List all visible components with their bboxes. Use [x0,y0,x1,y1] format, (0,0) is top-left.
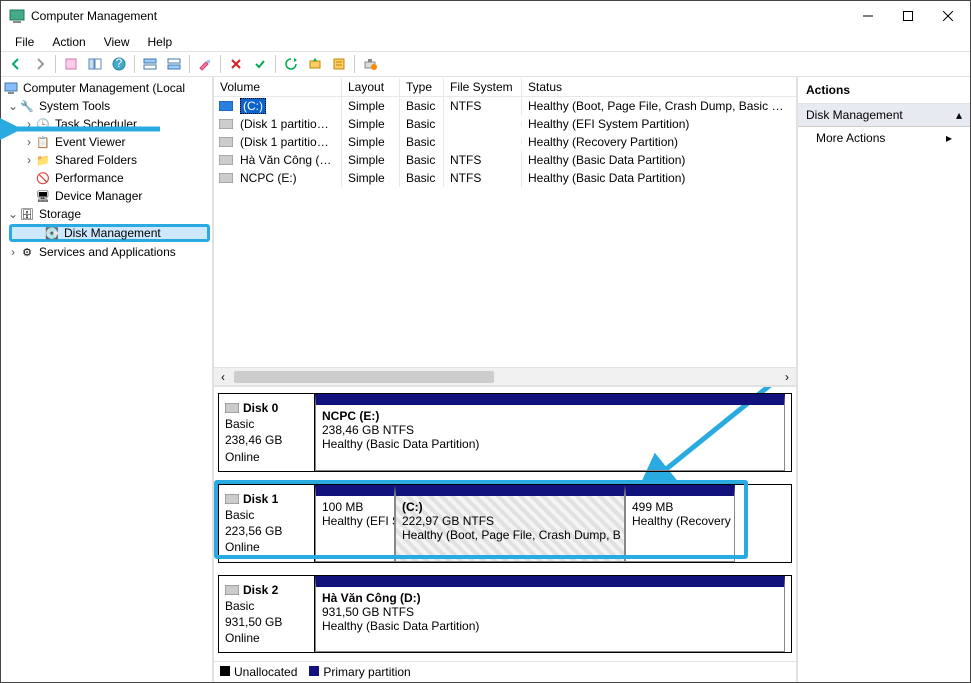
volume-row[interactable]: Hà Văn Công (D:)SimpleBasicNTFSHealthy (… [214,151,796,169]
tree-device-manager[interactable]: 🖥 Device Manager [3,187,210,205]
collapse-icon[interactable]: ⌄ [7,207,19,221]
menu-file[interactable]: File [7,33,42,49]
volume-scrollbar[interactable]: ‹ › [214,367,796,385]
svg-text:?: ? [116,57,123,70]
partition[interactable]: NCPC (E:)238,46 GB NTFSHealthy (Basic Da… [315,394,785,471]
actions-section[interactable]: Disk Management▴ [798,104,970,127]
scroll-right-button[interactable]: › [778,370,796,384]
actions-pane: Actions Disk Management▴ More Actions▸ [796,77,970,682]
view-bottom-button[interactable] [163,53,185,75]
expand-icon[interactable]: › [23,153,35,167]
drive-icon [218,137,234,147]
legend-swatch-primary [309,666,319,676]
expand-icon[interactable]: › [23,117,35,131]
toolbar: ? [1,51,970,77]
chevron-right-icon: ▸ [946,131,952,145]
partition[interactable]: 100 MBHealthy (EFI S [315,485,395,562]
disk-icon [225,585,239,595]
disk-graphical-view[interactable]: Disk 0Basic238,46 GBOnlineNCPC (E:)238,4… [214,385,796,661]
computer-icon [3,80,19,96]
partition[interactable]: Hà Văn Công (D:)931,50 GB NTFSHealthy (B… [315,576,785,653]
volume-row[interactable]: (Disk 1 partition 4)SimpleBasicHealthy (… [214,133,796,151]
drive-icon [218,119,234,129]
refresh-button[interactable] [280,53,302,75]
rescan-disks-button[interactable] [304,53,326,75]
col-volume[interactable]: Volume [214,78,342,96]
drive-icon [218,101,234,111]
tree-services-apps[interactable]: › ⚙ Services and Applications [3,243,210,261]
back-button[interactable] [5,53,27,75]
nav-tree[interactable]: Computer Management (Local ⌄ 🔧 System To… [1,77,214,682]
actions-header: Actions [798,77,970,104]
help-button[interactable]: ? [108,53,130,75]
legend: Unallocated Primary partition [214,661,796,682]
disk-icon [225,403,239,413]
tree-storage[interactable]: ⌄ 🗄 Storage [3,205,210,223]
show-hide-tree-button[interactable] [84,53,106,75]
volume-list[interactable]: (C:)SimpleBasicNTFSHealthy (Boot, Page F… [214,97,796,367]
event-icon: 📋 [35,134,51,150]
col-status[interactable]: Status [522,78,796,96]
performance-icon: 🚫 [35,170,51,186]
title-bar: Computer Management [1,1,970,31]
tree-task-scheduler[interactable]: › 🕒 Task Scheduler [3,115,210,133]
volume-row[interactable]: NCPC (E:)SimpleBasicNTFSHealthy (Basic D… [214,169,796,187]
partition[interactable]: 499 MBHealthy (Recovery [625,485,735,562]
main-content: Volume Layout Type File System Status (C… [214,77,796,682]
properties-button[interactable] [60,53,82,75]
check-button[interactable] [249,53,271,75]
menu-action[interactable]: Action [44,33,93,49]
volume-row[interactable]: (C:)SimpleBasicNTFSHealthy (Boot, Page F… [214,97,796,115]
tree-disk-management[interactable]: 💽 Disk Management [9,224,210,242]
drive-icon [218,173,234,183]
action-list-button[interactable] [328,53,350,75]
clock-icon: 🕒 [35,116,51,132]
col-layout[interactable]: Layout [342,78,400,96]
folder-icon: 📁 [35,152,51,168]
close-button[interactable] [928,3,968,29]
minimize-button[interactable] [848,3,888,29]
menu-help[interactable]: Help [140,33,181,49]
view-top-button[interactable] [139,53,161,75]
services-icon: ⚙ [19,244,35,260]
disk-block[interactable]: Disk 0Basic238,46 GBOnlineNCPC (E:)238,4… [218,393,792,472]
col-filesystem[interactable]: File System [444,78,522,96]
volume-list-header[interactable]: Volume Layout Type File System Status [214,77,796,97]
partition[interactable]: (C:)222,97 GB NTFSHealthy (Boot, Page Fi… [395,485,625,562]
menu-bar: File Action View Help [1,31,970,51]
tree-root-label: Computer Management (Local [23,81,185,95]
device-icon: 🖥 [35,188,51,204]
window-title: Computer Management [31,9,848,23]
delete-button[interactable] [225,53,247,75]
actions-more[interactable]: More Actions▸ [798,127,970,149]
tree-performance[interactable]: 🚫 Performance [3,169,210,187]
app-icon [9,8,25,24]
collapse-icon[interactable]: ⌄ [7,99,19,113]
volume-row[interactable]: (Disk 1 partition 1)SimpleBasicHealthy (… [214,115,796,133]
disk-block[interactable]: Disk 2Basic931,50 GBOnlineHà Văn Công (D… [218,575,792,654]
more-actions-button[interactable] [359,53,381,75]
settings-button[interactable] [194,53,216,75]
col-type[interactable]: Type [400,78,444,96]
scroll-thumb[interactable] [234,371,494,383]
tools-icon: 🔧 [19,98,35,114]
menu-view[interactable]: View [96,33,138,49]
expand-icon[interactable]: › [7,245,19,259]
disk-block[interactable]: Disk 1Basic223,56 GBOnline100 MBHealthy … [218,484,792,563]
disk-icon: 💽 [44,225,60,241]
expand-icon[interactable]: › [23,135,35,149]
tree-shared-folders[interactable]: › 📁 Shared Folders [3,151,210,169]
forward-button[interactable] [29,53,51,75]
drive-icon [218,155,234,165]
tree-system-tools[interactable]: ⌄ 🔧 System Tools [3,97,210,115]
scroll-left-button[interactable]: ‹ [214,370,232,384]
collapse-icon: ▴ [956,108,962,122]
disk-icon [225,494,239,504]
tree-root[interactable]: Computer Management (Local [3,79,210,97]
maximize-button[interactable] [888,3,928,29]
scroll-track[interactable] [232,370,778,384]
tree-event-viewer[interactable]: › 📋 Event Viewer [3,133,210,151]
legend-swatch-unallocated [220,666,230,676]
storage-icon: 🗄 [19,206,35,222]
